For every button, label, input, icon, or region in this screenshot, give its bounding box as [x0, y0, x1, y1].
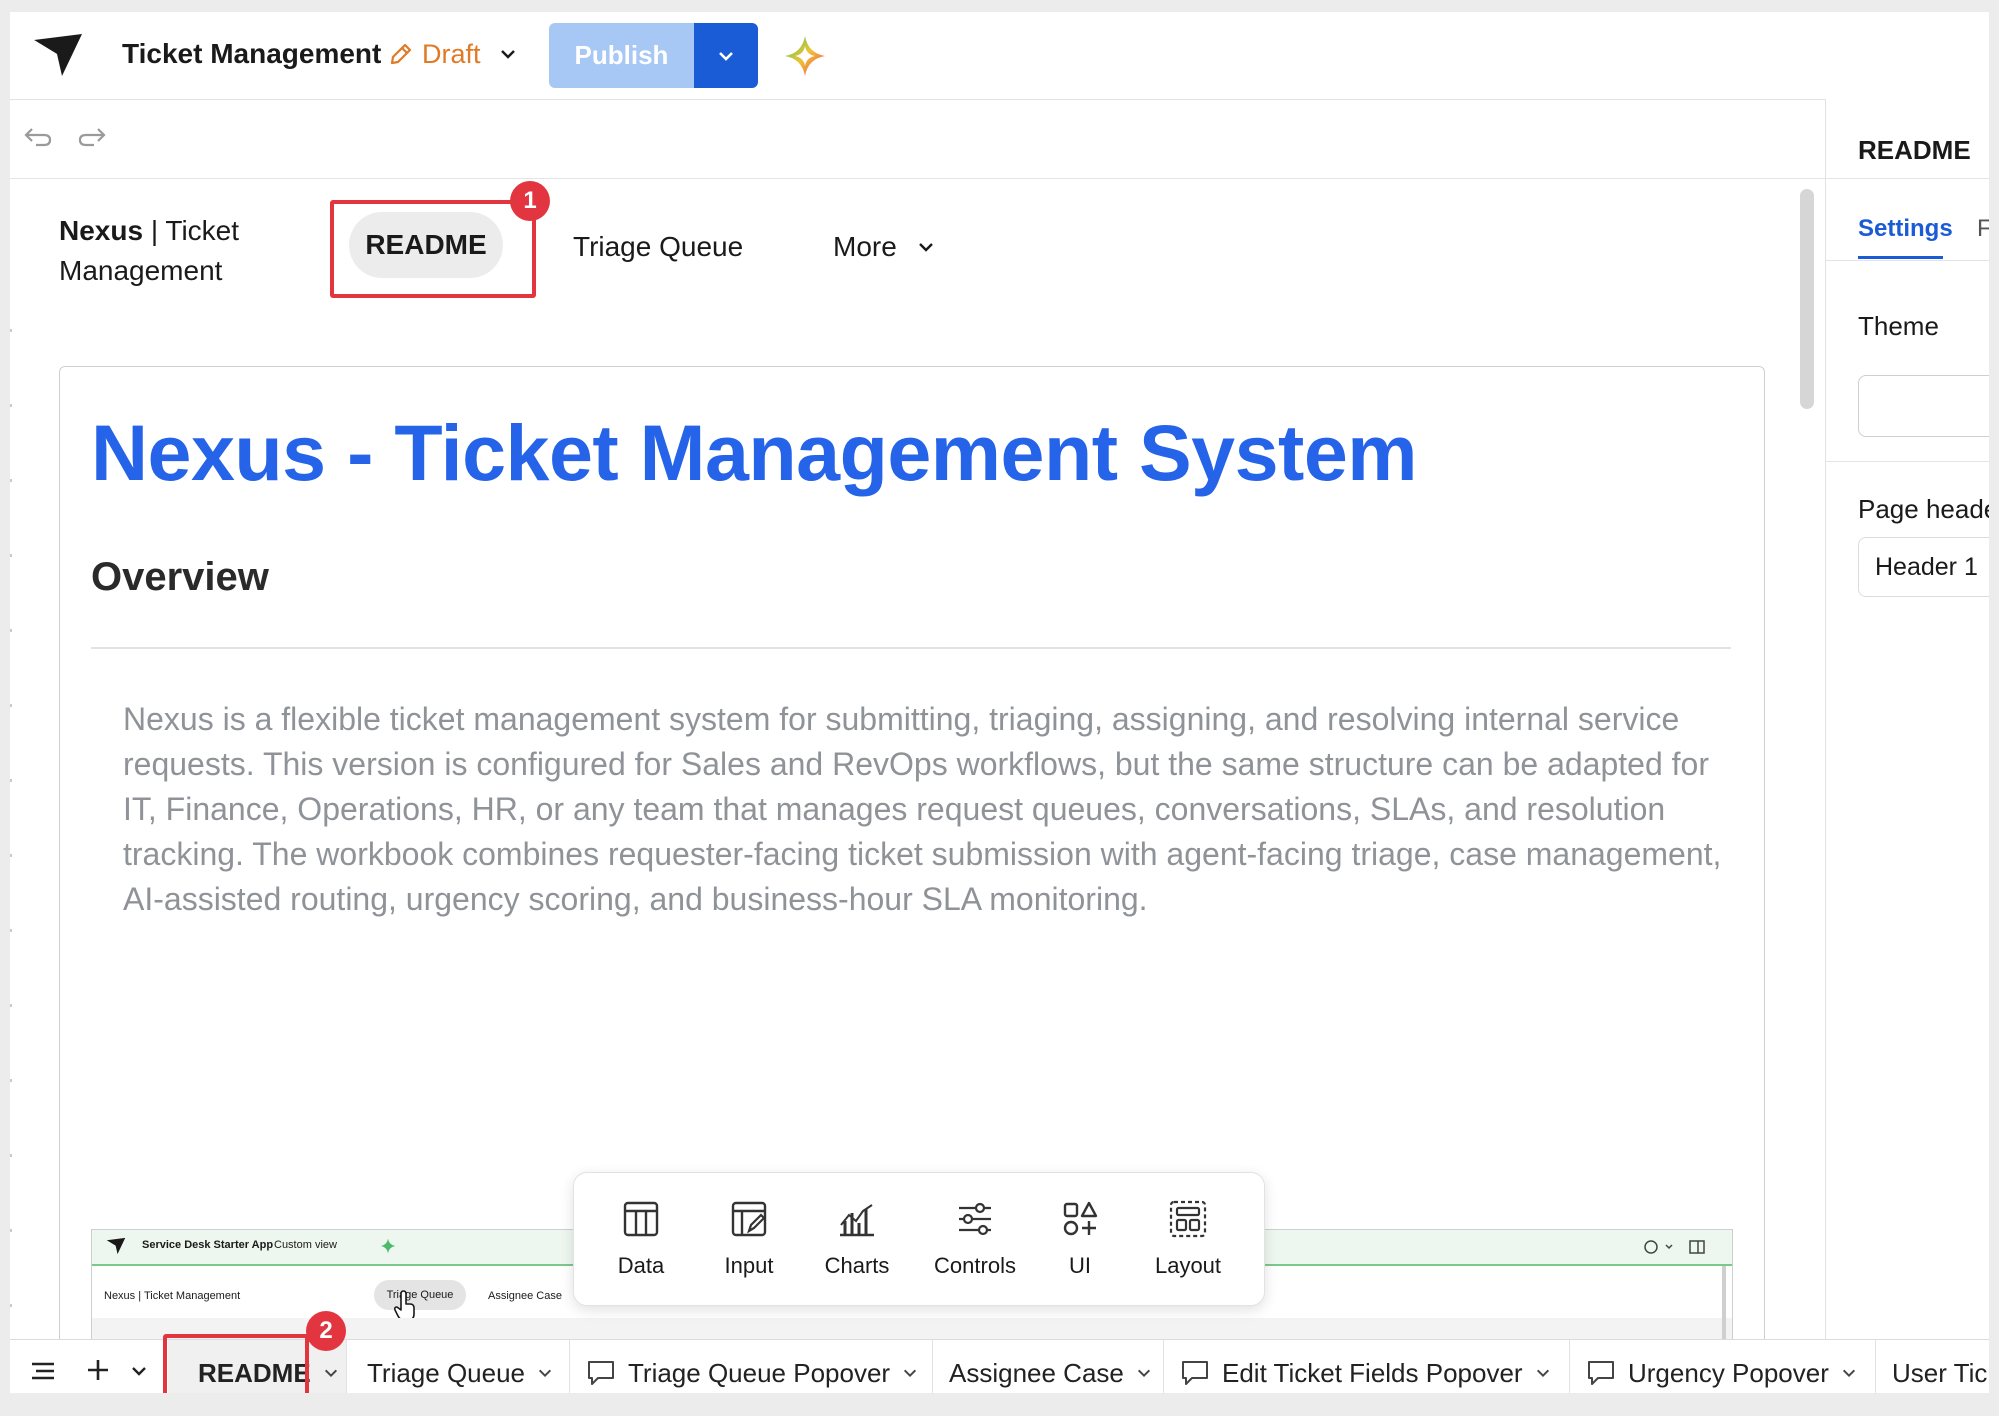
brand-separator: | [143, 215, 166, 246]
tab-label: Triage Queue [367, 1357, 526, 1388]
insert-ui-label: UI [1069, 1253, 1091, 1278]
panel-title: README [1858, 135, 1971, 165]
tab-settings[interactable]: Settings [1858, 215, 1953, 243]
chevron-down-icon [539, 1369, 552, 1378]
pencil-icon [390, 43, 412, 65]
page-header-label: Page heade [1858, 494, 1989, 524]
insert-data-label: Data [617, 1253, 665, 1278]
app-logo-icon[interactable] [32, 32, 84, 78]
embedded-toolbar-icons [1644, 1240, 1705, 1254]
table-icon [623, 1201, 659, 1237]
publish-button[interactable]: Publish [549, 23, 694, 88]
chevron-down-icon [719, 51, 733, 61]
chevron-down-icon [500, 50, 515, 59]
chevron-down-icon [1137, 1369, 1150, 1378]
callout-badge-2: 2 [306, 1311, 346, 1351]
chevron-down-icon [324, 1369, 337, 1378]
ai-assistant-icon[interactable] [783, 34, 827, 78]
insert-layout-button[interactable]: Layout [1138, 1173, 1238, 1305]
window-bottom-edge [0, 1393, 1999, 1416]
chevron-down-icon [904, 1369, 917, 1378]
input-icon [731, 1201, 767, 1237]
embedded-nav-item: Assignee Case [488, 1290, 562, 1302]
popover-icon [1182, 1361, 1208, 1385]
panel-divider [1826, 461, 1989, 462]
draft-status-menu[interactable]: Draft [388, 34, 517, 74]
tab-format[interactable]: Fo [1977, 215, 1989, 243]
page-brand: Nexus | Ticket Management [59, 211, 289, 291]
embedded-scrollbar [1722, 1266, 1726, 1339]
tab-label: Triage Queue Popover [628, 1357, 891, 1388]
active-tab-indicator [1858, 256, 1943, 259]
theme-select[interactable] [1858, 375, 1989, 437]
insert-layout-label: Layout [1154, 1253, 1222, 1278]
shapes-icon [1063, 1201, 1098, 1236]
tab-label: Assignee Case [949, 1357, 1124, 1388]
embedded-view-label: Custom view [274, 1239, 337, 1251]
chevron-down-icon [1842, 1369, 1855, 1378]
document-title: Nexus - Ticket Management System [91, 408, 1418, 497]
popover-icon [1588, 1361, 1614, 1385]
publish-button-group: Publish [549, 23, 758, 88]
more-label: More [833, 231, 897, 262]
insert-input-button[interactable]: Input [699, 1173, 799, 1305]
insert-charts-button[interactable]: Charts [807, 1173, 907, 1305]
embedded-logo-icon [106, 1237, 126, 1255]
properties-panel: README Settings Fo Theme Page heade Head… [1825, 99, 1989, 1339]
insert-input-label: Input [724, 1253, 774, 1278]
page-list-menu-icon[interactable] [28, 1356, 58, 1386]
insert-controls-label: Controls [934, 1253, 1016, 1278]
nav-item-triage-queue[interactable]: Triage Queue [573, 231, 743, 263]
insert-charts-label: Charts [824, 1253, 890, 1278]
overview-paragraph: Nexus is a flexible ticket management sy… [123, 701, 1722, 917]
panel-divider [1826, 260, 1989, 261]
charts-icon [840, 1204, 874, 1237]
undo-icon[interactable] [22, 124, 54, 150]
page-header-select[interactable]: Header 1 [1858, 537, 1989, 597]
redo-icon[interactable] [76, 124, 108, 150]
popover-icon [588, 1361, 614, 1385]
app-window: Ticket Management Draft Publish README S… [10, 12, 1989, 1405]
draft-label: Draft [422, 38, 481, 69]
insert-controls-button[interactable]: Controls [925, 1173, 1025, 1305]
embedded-brand: Nexus | Ticket Management [104, 1290, 241, 1302]
layout-icon [1169, 1200, 1207, 1238]
sliders-icon [959, 1202, 991, 1236]
workbook-title[interactable]: Ticket Management [122, 38, 381, 70]
tab-label: Edit Ticket Fields Popover [1222, 1357, 1523, 1388]
section-heading: Overview [91, 555, 269, 599]
section-divider [91, 647, 1731, 649]
tab-label: User Tick [1892, 1357, 1989, 1388]
chevron-down-icon[interactable] [130, 1362, 148, 1380]
embedded-app-title: Service Desk Starter App [142, 1239, 274, 1251]
brand-name: Nexus [59, 215, 144, 246]
top-bar: Ticket Management Draft Publish [10, 12, 1989, 100]
embedded-ai-icon [380, 1238, 396, 1254]
panel-divider [1826, 178, 1989, 179]
theme-label: Theme [1858, 311, 1939, 341]
embedded-active-pill: Triage Queue [374, 1280, 466, 1310]
page-canvas: Nexus | Ticket Management README 1 Triag… [10, 179, 1825, 1339]
publish-options-button[interactable] [694, 23, 758, 88]
callout-highlight-1 [330, 200, 536, 298]
insert-data-button[interactable]: Data [591, 1173, 691, 1305]
insert-ui-button[interactable]: UI [1030, 1173, 1130, 1305]
chevron-down-icon [1536, 1369, 1549, 1378]
add-page-icon[interactable] [84, 1354, 112, 1386]
nav-item-more[interactable]: More [833, 231, 935, 263]
insert-element-toolbar: Data Input Charts Controls UI Layout [573, 1172, 1265, 1306]
layout-guide [10, 329, 12, 1339]
callout-badge-1: 1 [510, 181, 550, 221]
chevron-down-icon [918, 243, 933, 252]
tab-label: Urgency Popover [1628, 1357, 1829, 1388]
canvas-scrollbar[interactable] [1800, 189, 1814, 409]
